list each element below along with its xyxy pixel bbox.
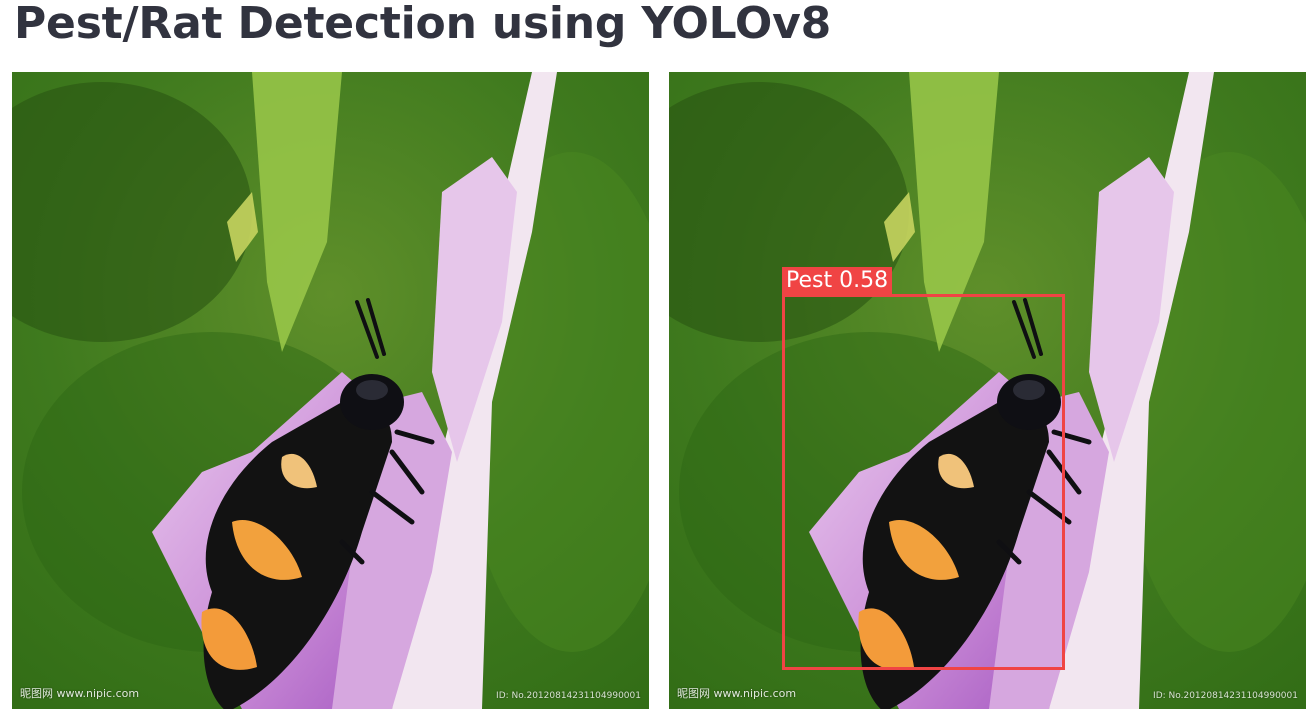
watermark-right: ID: No.20120814231104990001 [496, 691, 641, 701]
original-image: 昵图网 www.nipic.com ID: No.201208142311049… [12, 72, 649, 709]
detection-label: Pest 0.58 [782, 267, 893, 294]
page-title: Pest/Rat Detection using YOLOv8 [14, 0, 832, 49]
watermark-right: ID: No.20120814231104990001 [1153, 691, 1298, 701]
detection-confidence: 0.58 [839, 268, 889, 293]
detection-class: Pest [786, 268, 833, 293]
detection-bounding-box [782, 294, 1065, 670]
watermark-left: 昵图网 www.nipic.com [20, 687, 140, 700]
watermark-left: 昵图网 www.nipic.com [677, 687, 797, 700]
beetle-photo [12, 72, 649, 709]
detection-result-image: Pest 0.58 昵图网 www.nipic.com ID: No.20120… [669, 72, 1306, 709]
